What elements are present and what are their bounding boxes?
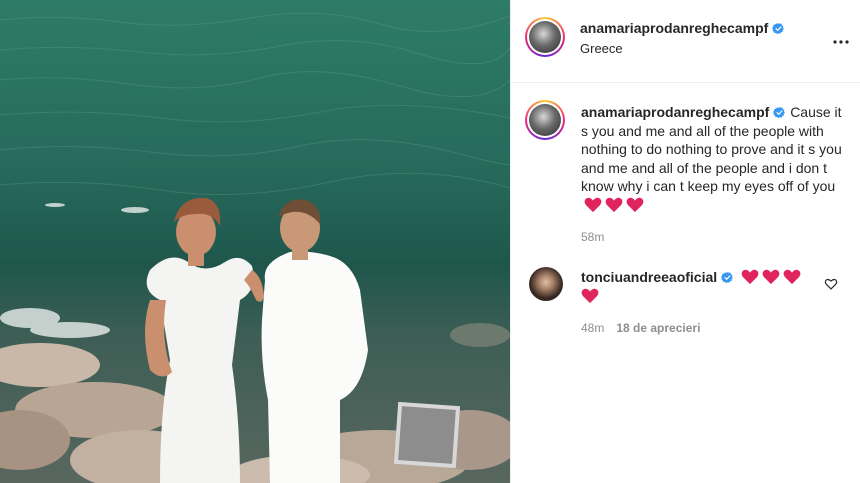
more-options-icon[interactable] — [829, 30, 853, 54]
verified-badge-icon — [773, 106, 786, 119]
photo-illustration — [0, 0, 510, 483]
red-heart-emoji — [584, 197, 602, 212]
post-header: anamariaprodanreghecampf Greece — [511, 0, 860, 83]
post-location[interactable]: Greece — [580, 41, 623, 56]
verified-badge-icon — [772, 22, 785, 35]
verified-badge-icon — [721, 271, 733, 284]
red-heart-emoji — [762, 269, 780, 285]
red-heart-emoji — [605, 197, 623, 212]
red-heart-emoji — [741, 269, 759, 285]
comment: tonciuandreeaoficial — [581, 268, 821, 306]
commenter-avatar[interactable] — [529, 267, 563, 301]
author-avatar[interactable] — [525, 17, 565, 57]
post-photo[interactable] — [0, 0, 510, 483]
caption-author-avatar[interactable] — [525, 100, 565, 140]
post-author-name[interactable]: anamariaprodanreghecampf — [580, 20, 768, 36]
post-caption: anamariaprodanreghecampf Cause it s you … — [581, 103, 843, 214]
post-side-panel: anamariaprodanreghecampf Greece anamaria… — [510, 0, 860, 483]
caption-author-username[interactable]: anamariaprodanreghecampf — [581, 104, 769, 120]
post-author-username[interactable]: anamariaprodanreghecampf — [580, 20, 785, 36]
comment-likes[interactable]: 18 de aprecieri — [616, 321, 700, 335]
commenter-username[interactable]: tonciuandreeaoficial — [581, 269, 717, 285]
caption-timestamp[interactable]: 58m — [581, 230, 604, 244]
comment-meta: 48m 18 de aprecieri — [581, 321, 700, 335]
red-heart-emoji — [626, 197, 644, 212]
comment-timestamp[interactable]: 48m — [581, 321, 604, 335]
like-heart-icon[interactable] — [824, 277, 838, 291]
red-heart-emoji — [783, 269, 801, 285]
red-heart-emoji — [581, 288, 599, 304]
